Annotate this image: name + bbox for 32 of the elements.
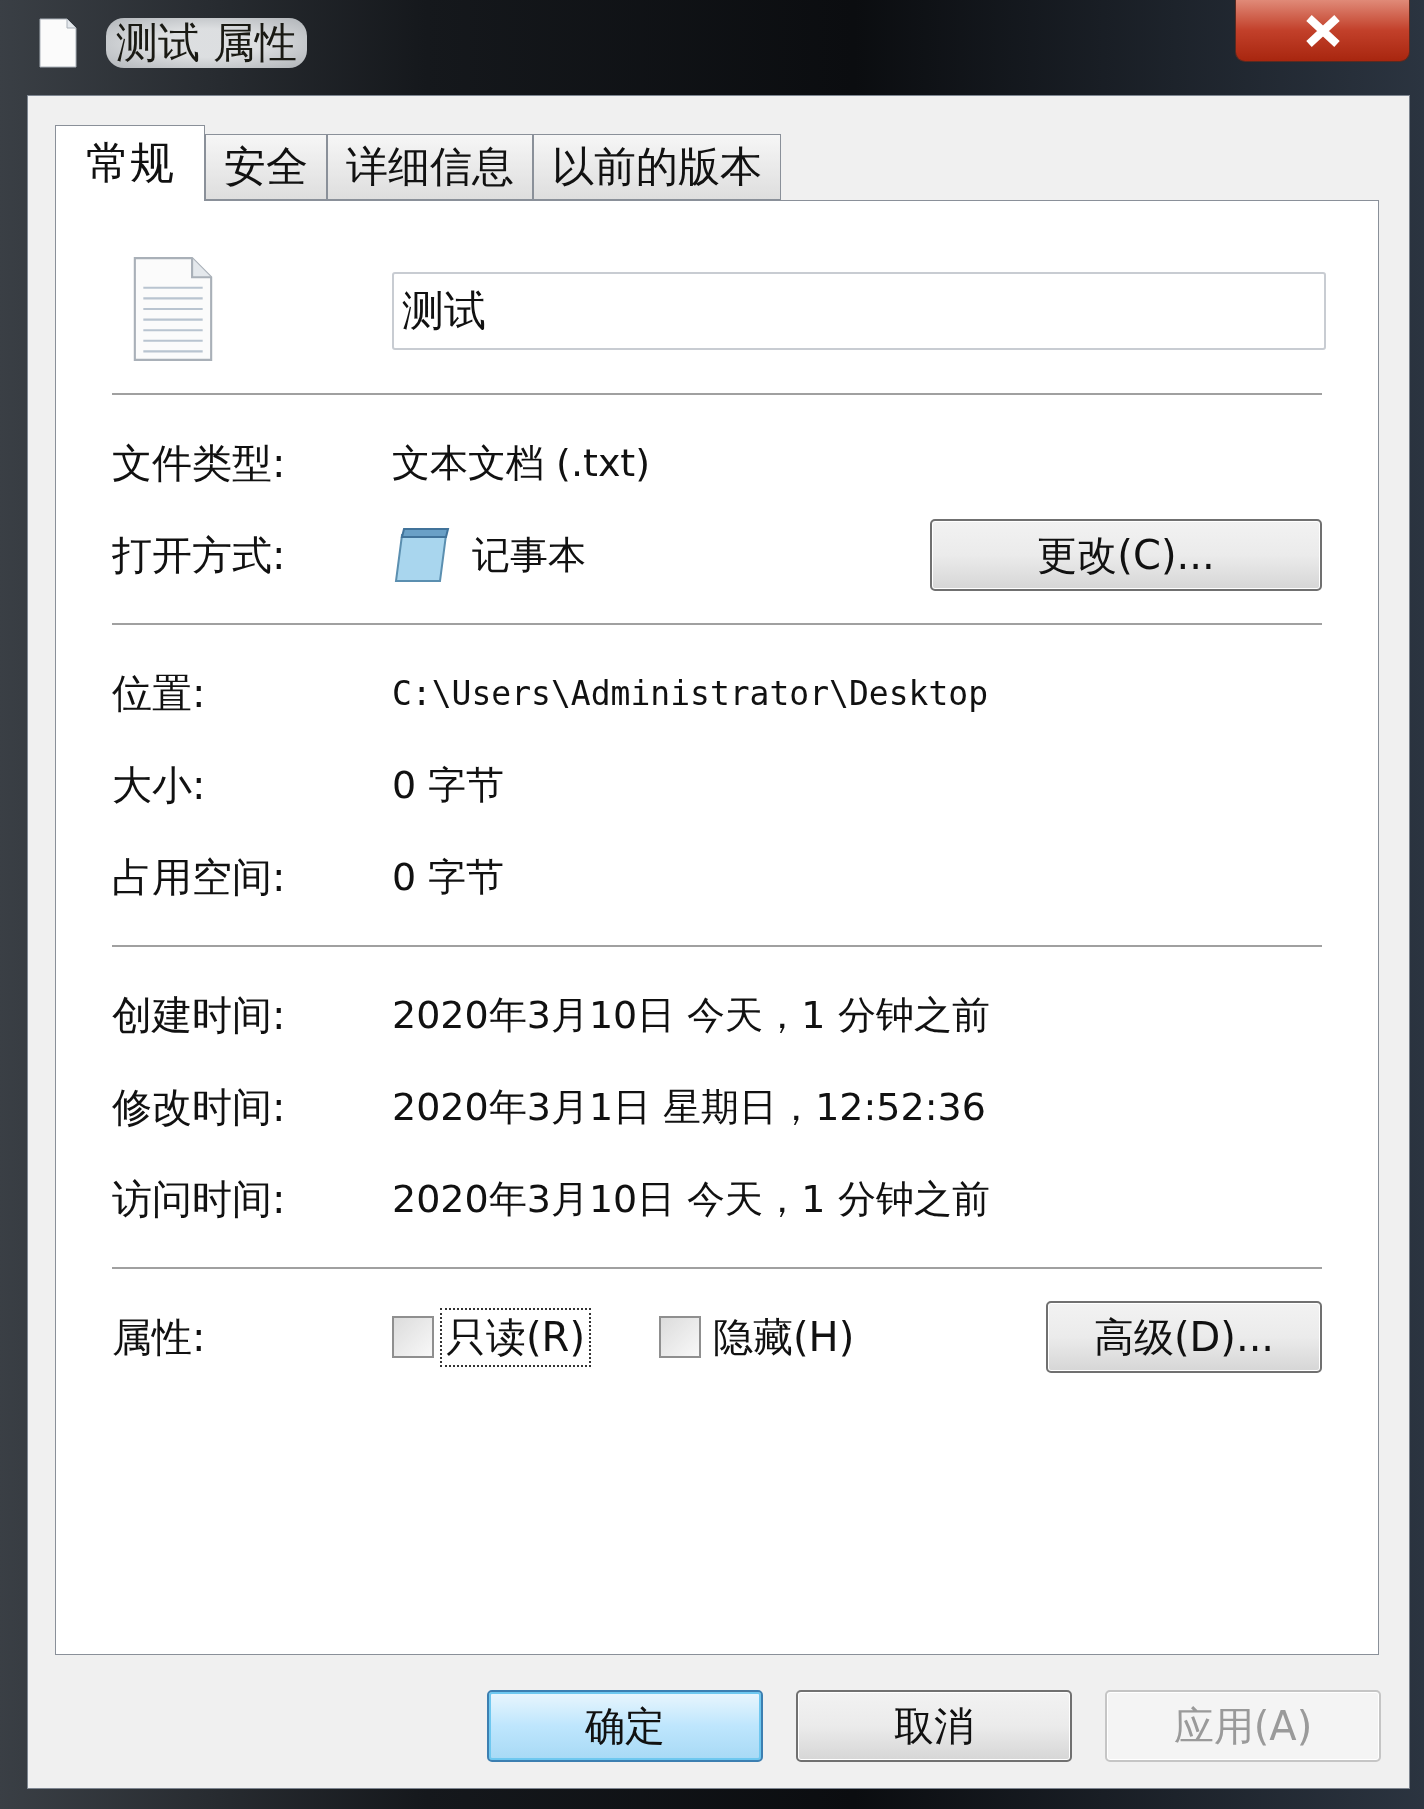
field-label: 修改时间: bbox=[112, 1082, 287, 1132]
field-value: 2020年3月10日 今天，1 分钟之前 bbox=[392, 1175, 991, 1223]
window-title: 测试 属性 bbox=[106, 18, 308, 68]
app-name: 记事本 bbox=[472, 531, 586, 579]
field-value: 0 字节 bbox=[392, 761, 506, 809]
dialog-button[interactable]: 取消 bbox=[796, 1690, 1072, 1762]
field-value: 0 字节 bbox=[392, 853, 506, 901]
change-button[interactable]: 更改(C)... bbox=[930, 519, 1322, 591]
tab[interactable]: 以前的版本 bbox=[533, 134, 781, 200]
notepad-icon bbox=[392, 525, 452, 585]
tab[interactable]: 安全 bbox=[205, 134, 327, 200]
file-name-field[interactable]: 测试 bbox=[392, 272, 1326, 350]
field-value: 2020年3月10日 今天，1 分钟之前 bbox=[392, 991, 991, 1039]
dialog-button[interactable]: 确定 bbox=[487, 1690, 763, 1762]
field-value: C:\Users\Administrator\Desktop bbox=[392, 673, 990, 713]
field-value: 2020年3月1日 星期日，12:52:36 bbox=[392, 1083, 987, 1131]
field-label: 文件类型: bbox=[112, 438, 287, 488]
checkbox[interactable]: 只读(R) bbox=[392, 1309, 589, 1365]
checkbox[interactable]: 隐藏(H) bbox=[659, 1309, 859, 1365]
field-label: 占用空间: bbox=[112, 852, 287, 902]
field-label: 创建时间: bbox=[112, 990, 287, 1040]
advanced-button[interactable]: 高级(D)... bbox=[1046, 1301, 1322, 1373]
text-file-icon bbox=[38, 18, 78, 68]
field-label: 访问时间: bbox=[112, 1174, 287, 1224]
tab[interactable]: 常规 bbox=[55, 125, 205, 201]
close-button[interactable] bbox=[1235, 0, 1410, 62]
field-label: 打开方式: bbox=[112, 530, 287, 580]
tab[interactable]: 详细信息 bbox=[327, 134, 533, 200]
field-value: 文本文档 (.txt) bbox=[392, 439, 652, 487]
field-label: 大小: bbox=[112, 760, 207, 810]
field-label: 位置: bbox=[112, 668, 207, 718]
field-label: 属性: bbox=[112, 1312, 207, 1362]
